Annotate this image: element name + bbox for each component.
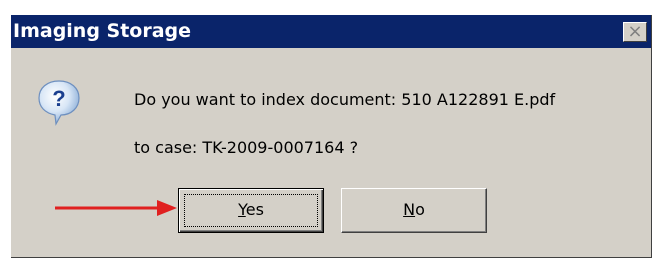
- message-line-document: Do you want to index document: 510 A1228…: [134, 90, 556, 109]
- arrow-annotation: [55, 200, 177, 216]
- yes-button[interactable]: Yes: [178, 188, 324, 233]
- message-line-case: to case: TK-2009-0007164 ?: [134, 138, 359, 157]
- question-icon: ?: [38, 80, 80, 126]
- yes-button-label: Yes: [238, 200, 264, 219]
- svg-text:?: ?: [52, 86, 65, 111]
- window-title: Imaging Storage: [13, 20, 192, 42]
- no-button[interactable]: No: [341, 188, 487, 233]
- close-icon: ×: [627, 21, 643, 42]
- no-button-label: No: [403, 200, 425, 219]
- close-button[interactable]: ×: [623, 22, 647, 42]
- title-bar[interactable]: Imaging Storage ×: [11, 15, 651, 48]
- dialog-window: Imaging Storage × ? Do you want to index…: [11, 15, 652, 258]
